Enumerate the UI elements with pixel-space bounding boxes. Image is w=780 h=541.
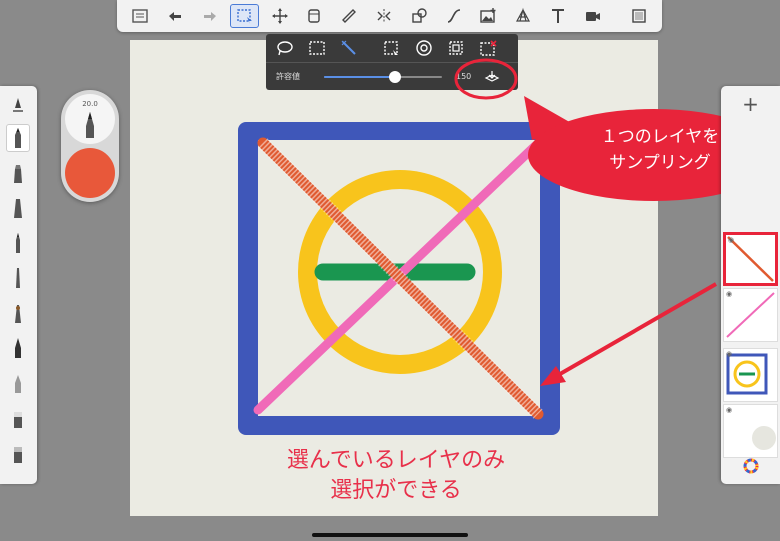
lasso-select-icon[interactable] — [274, 37, 295, 59]
smudge-brush-icon[interactable] — [6, 369, 30, 397]
ink-brush-icon[interactable] — [6, 334, 30, 362]
color-wheel-icon[interactable] — [721, 456, 780, 476]
crop-icon[interactable] — [381, 37, 402, 59]
undo-icon[interactable] — [161, 4, 190, 28]
symmetry-icon[interactable] — [370, 4, 399, 28]
ballpoint-brush-icon[interactable] — [6, 159, 30, 187]
tolerance-value: 150 — [456, 72, 472, 81]
eye-icon[interactable]: ◉ — [726, 350, 732, 358]
target-icon[interactable] — [413, 37, 434, 59]
selection-toolbar: 許容値 150 — [266, 34, 518, 90]
layer-copy-icon[interactable] — [300, 4, 329, 28]
eye-icon[interactable]: ◉ — [728, 236, 734, 244]
airbrush-icon[interactable] — [6, 299, 30, 327]
add-layer-icon[interactable]: + — [721, 90, 780, 118]
video-icon[interactable] — [578, 4, 607, 28]
fullscreen-icon[interactable] — [624, 4, 653, 28]
brush-color-control[interactable] — [65, 148, 115, 198]
selection-icon[interactable] — [230, 4, 260, 28]
home-indicator[interactable] — [312, 533, 468, 537]
caption: 選んでいるレイヤのみ 選択ができる — [200, 446, 592, 506]
tolerance-slider[interactable] — [324, 70, 442, 83]
brush-size-control[interactable]: 20.0 — [65, 94, 115, 144]
layer-orange-line[interactable]: ◉ — [723, 232, 778, 286]
layers-icon[interactable] — [126, 4, 155, 28]
layers-panel: + ◉ ◉ ◉ ◉ — [721, 86, 780, 484]
tolerance-slider-thumb[interactable] — [388, 70, 401, 83]
clear-select-icon[interactable] — [478, 37, 499, 59]
curve-icon[interactable] — [439, 4, 468, 28]
tolerance-label: 許容値 — [276, 72, 300, 81]
caption-line2: 選択ができる — [330, 478, 462, 503]
eraser-brush-icon[interactable] — [6, 404, 30, 432]
top-toolbar — [117, 0, 662, 32]
eye-icon[interactable]: ◉ — [726, 406, 732, 414]
drawing-canvas[interactable] — [130, 40, 658, 516]
transform-icon[interactable] — [265, 4, 294, 28]
eye-icon[interactable]: ◉ — [726, 290, 732, 298]
brush-settings-icon[interactable] — [6, 92, 30, 120]
brush-toolbar — [0, 86, 37, 484]
magic-wand-icon[interactable] — [339, 37, 360, 59]
sample-layer-icon[interactable] — [482, 67, 502, 87]
brush-tip-icon — [86, 112, 94, 138]
perspective-icon[interactable] — [509, 4, 538, 28]
paintbrush-icon[interactable] — [6, 229, 30, 257]
fit-icon[interactable] — [445, 37, 466, 59]
layer-frame-ring[interactable]: ◉ — [723, 348, 778, 402]
brush-puck[interactable]: 20.0 — [61, 90, 119, 202]
caption-line1: 選んでいるレイヤのみ — [286, 448, 506, 473]
redo-icon[interactable] — [196, 4, 225, 28]
layer-pink-line[interactable]: ◉ — [723, 288, 778, 342]
image-icon[interactable] — [474, 4, 503, 28]
marker-brush-icon[interactable] — [6, 194, 30, 222]
hard-eraser-icon[interactable] — [6, 439, 30, 467]
artwork — [238, 122, 560, 435]
ruler-icon[interactable] — [335, 4, 364, 28]
text-icon[interactable] — [544, 4, 573, 28]
fineliner-brush-icon[interactable] — [6, 264, 30, 292]
layer-paper[interactable]: ◉ — [723, 404, 778, 458]
tolerance-slider-fill — [324, 75, 395, 78]
rect-select-icon[interactable] — [306, 37, 327, 59]
shape-icon[interactable] — [404, 4, 433, 28]
pencil-brush-icon[interactable] — [6, 124, 30, 152]
